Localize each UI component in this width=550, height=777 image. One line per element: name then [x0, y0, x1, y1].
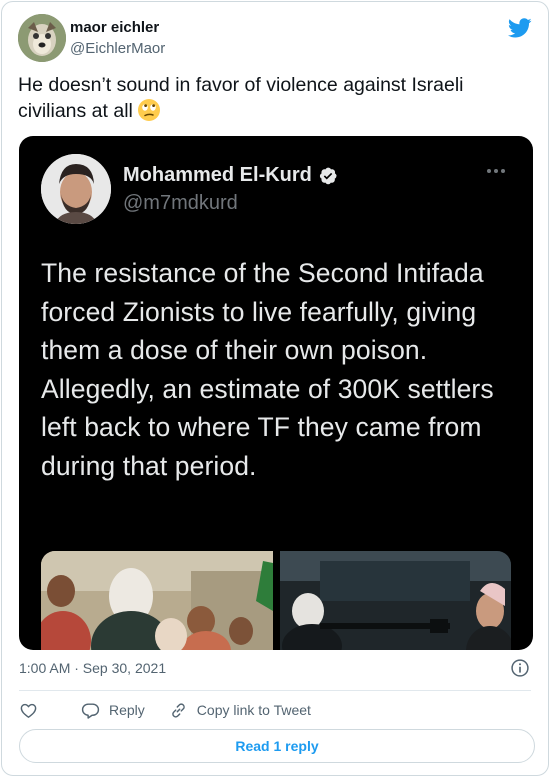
face-with-rolling-eyes-icon: [137, 99, 160, 121]
read-replies-button[interactable]: Read 1 reply: [19, 729, 535, 763]
reply-icon: [81, 702, 100, 719]
media-photo-1: [41, 551, 273, 650]
verified-badge-icon: [319, 167, 337, 184]
author-avatar[interactable]: [18, 14, 66, 62]
link-icon: [172, 702, 185, 718]
tweet-text-body: He doesn’t sound in favor of violence ag…: [18, 74, 464, 122]
like-button[interactable]: [19, 701, 47, 720]
quoted-author-name: Mohammed El-Kurd: [123, 164, 338, 187]
media-photo-2: [280, 551, 511, 650]
read-replies-label: Read 1 reply: [235, 738, 319, 754]
author-name[interactable]: maor eichler: [70, 19, 159, 36]
action-bar: Reply Copy link to Tweet: [19, 699, 311, 721]
more-icon: [487, 166, 511, 176]
twitter-bird-icon[interactable]: [508, 16, 532, 40]
quoted-screenshot[interactable]: Mohammed El-Kurd @m7mdkurd The resistanc…: [19, 136, 533, 650]
quoted-avatar: [41, 154, 111, 224]
tweet-text: He doesn’t sound in favor of violence ag…: [18, 73, 518, 124]
quoted-media: [41, 551, 511, 650]
author-handle[interactable]: @EichlerMaor: [70, 40, 165, 57]
heart-icon: [20, 703, 37, 718]
divider: [19, 690, 531, 691]
info-icon[interactable]: [510, 658, 530, 678]
copy-link-button[interactable]: Copy link to Tweet: [169, 701, 311, 720]
copy-link-label: Copy link to Tweet: [196, 702, 311, 718]
quoted-text: The resistance of the Second Intifada fo…: [41, 258, 494, 481]
tweet-timestamp[interactable]: 1:00 AM · Sep 30, 2021: [19, 660, 166, 676]
reply-label: Reply: [109, 702, 145, 718]
quoted-author-name-text: Mohammed El-Kurd: [123, 164, 312, 186]
reply-button[interactable]: Reply: [81, 701, 145, 720]
tweet-card: maor eichler @EichlerMaor He doesn’t sou…: [1, 1, 549, 776]
quoted-author-handle: @m7mdkurd: [123, 192, 238, 214]
